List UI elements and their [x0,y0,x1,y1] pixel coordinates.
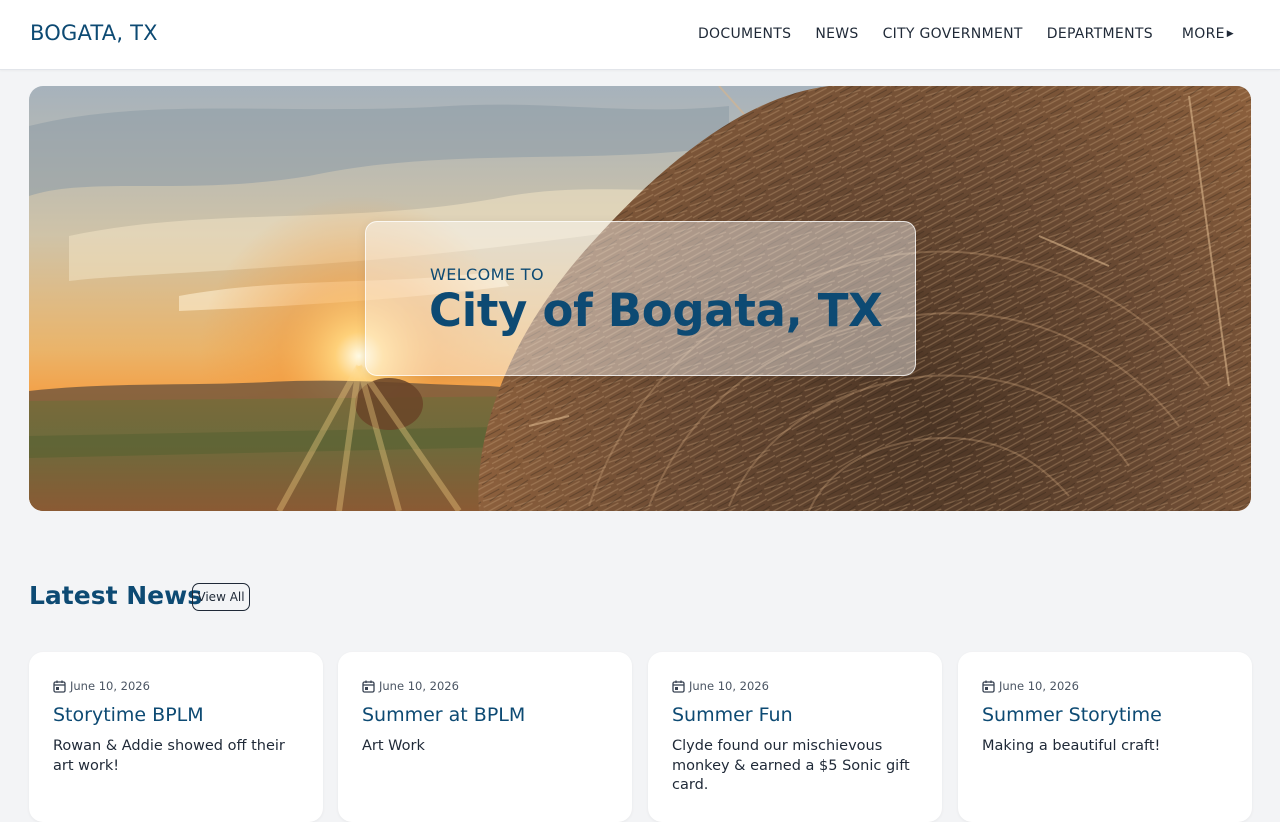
news-card-summary: Clyde found our mischievous monkey & ear… [672,738,910,793]
news-card-date: June 10, 2026 [362,679,459,693]
news-card-title[interactable]: Summer at BPLM [362,704,622,726]
view-all-news-button[interactable]: View All [192,583,250,611]
calendar-icon [982,680,995,693]
news-card-title[interactable]: Summer Storytime [982,704,1242,726]
news-card[interactable]: June 10, 2026 Summer at BPLM Art Work [338,652,632,822]
news-card-date: June 10, 2026 [672,679,769,693]
news-card[interactable]: June 10, 2026 Summer Storytime Making a … [958,652,1252,822]
news-cards: June 10, 2026 Storytime BPLM Rowan & Add… [29,652,1252,822]
welcome-kicker: WELCOME TO [430,265,544,284]
nav-more-label: MORE [1181,26,1225,42]
latest-news-heading: Latest News [29,581,203,610]
news-card-summary: Making a beautiful craft! [982,738,1161,754]
news-card-date-text: June 10, 2026 [999,679,1079,693]
nav-more[interactable]: MORE ▶ [1182,26,1234,42]
hero-title: City of Bogata, TX [429,284,883,337]
site-brand-link[interactable]: BOGATA, TX [30,21,158,45]
news-card-summary: Rowan & Addie showed off their art work! [53,738,285,774]
nav-documents[interactable]: DOCUMENTS [698,26,791,42]
news-card[interactable]: June 10, 2026 Summer Fun Clyde found our… [648,652,942,822]
nav-city-government[interactable]: CITY GOVERNMENT [883,26,1023,42]
news-card[interactable]: June 10, 2026 Storytime BPLM Rowan & Add… [29,652,323,822]
nav-departments[interactable]: DEPARTMENTS [1047,26,1153,42]
news-card-date-text: June 10, 2026 [70,679,150,693]
calendar-icon [362,680,375,693]
nav-news[interactable]: NEWS [815,26,858,42]
welcome-card: WELCOME TO City of Bogata, TX [365,221,916,376]
news-card-date-text: June 10, 2026 [379,679,459,693]
site-header: BOGATA, TX DOCUMENTS NEWS CITY GOVERNMEN… [0,0,1280,70]
news-card-date-text: June 10, 2026 [689,679,769,693]
news-card-date: June 10, 2026 [53,679,150,693]
news-card-title[interactable]: Summer Fun [672,704,932,726]
main-nav: DOCUMENTS NEWS CITY GOVERNMENT DEPARTMEN… [674,26,1234,42]
news-card-date: June 10, 2026 [982,679,1079,693]
caret-right-icon: ▶ [1226,29,1234,39]
news-card-title[interactable]: Storytime BPLM [53,704,313,726]
calendar-icon [672,680,685,693]
calendar-icon [53,680,66,693]
news-card-summary: Art Work [362,738,425,754]
hero-banner: WELCOME TO City of Bogata, TX [29,86,1251,511]
